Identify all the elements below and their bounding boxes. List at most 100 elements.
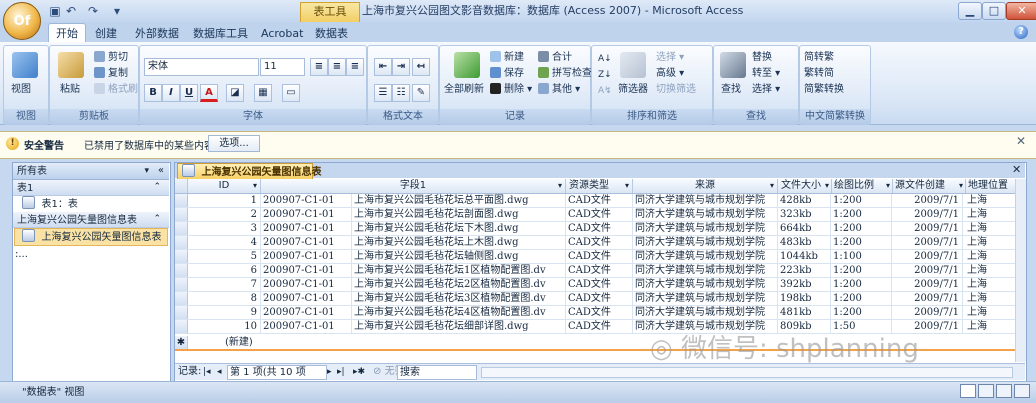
cell-field1-code[interactable]: 200907-C1-01 [261,306,352,319]
row-selector[interactable] [175,208,188,221]
redo-icon[interactable]: ↷ [86,4,100,18]
cell-field1-name[interactable]: 上海市复兴公园毛毡花坛上木图.dwg [352,236,566,249]
cell-location[interactable]: 上海 [965,236,1013,249]
pivot-table-view-icon[interactable] [978,384,994,398]
cell-resource-type[interactable]: CAD文件 [566,292,633,305]
goto-button[interactable]: 转至 ▾ [752,66,780,81]
column-header-id[interactable]: ID ▾ [188,179,261,193]
sort-descending-icon[interactable]: Z↓ [598,68,612,83]
cell-scale[interactable]: 1:200 [831,236,892,249]
format-painter-button[interactable]: 格式刷 [94,82,138,97]
table-row[interactable]: 3 200907-C1-01 上海市复兴公园毛毡花坛下木图.dwg CAD文件 同济大学… [175,222,1015,236]
numbering-icon[interactable]: ☷ [392,84,410,102]
new-record-nav-icon[interactable]: ▸✱ [353,364,365,380]
cell-resource-type[interactable]: CAD文件 [566,194,633,207]
cell-scale[interactable]: 1:200 [831,278,892,291]
cell-created[interactable]: 2009/7/1 [892,236,963,249]
cell-field1-name[interactable]: 上海市复兴公园毛毡花坛1区植物配置图.dv [352,264,566,277]
cell-source[interactable]: 同济大学建筑与城市规划学院 [633,236,778,249]
cell-field1-code[interactable]: 200907-C1-01 [261,320,352,333]
cell-location[interactable]: 上海 [965,292,1013,305]
save-icon[interactable]: ▣ [48,4,62,18]
cell-field1-name[interactable]: 上海市复兴公园毛毡花坛4区植物配置图.dv [352,306,566,319]
cell-file-size[interactable]: 223kb [778,264,831,277]
nav-dropdown-icon[interactable]: ▾ [144,163,149,179]
tab-home[interactable]: 开始 [48,23,86,43]
cell-id[interactable]: 6 [188,264,261,277]
increase-indent-icon[interactable]: ⇥ [392,58,410,76]
to-simplified-button[interactable]: 繁转简 [804,66,834,81]
cell-field1-code[interactable]: 200907-C1-01 [261,264,352,277]
cell-location[interactable]: 上海 [965,208,1013,221]
cell-created[interactable]: 2009/7/1 [892,222,963,235]
cell-id[interactable]: 1 [188,194,261,207]
pivot-chart-view-icon[interactable] [996,384,1012,398]
cell-file-size[interactable]: 483kb [778,236,831,249]
cell-id[interactable]: 10 [188,320,261,333]
cell-resource-type[interactable]: CAD文件 [566,320,633,333]
cell-field1-code[interactable]: 200907-C1-01 [261,208,352,221]
align-right-icon[interactable]: ≡ [346,58,364,76]
row-selector[interactable] [175,278,188,291]
cell-scale[interactable]: 1:200 [831,222,892,235]
vertical-scrollbar[interactable] [1015,179,1026,362]
nav-item-table1[interactable]: 表1：表 [14,196,168,212]
table-row[interactable]: 9 200907-C1-01 上海市复兴公园毛毡花坛4区植物配置图.dv CAD文件同… [175,306,1015,320]
toggle-filter-button[interactable]: 切换筛选 [656,82,696,97]
cell-source[interactable]: 同济大学建筑与城市规划学院 [633,222,778,235]
design-view-icon[interactable] [1014,384,1030,398]
tab-external-data[interactable]: 外部数据 [128,26,186,42]
advanced-filter-button[interactable]: 高级 ▾ [656,66,684,81]
undo-icon[interactable]: ↶ [64,4,78,18]
clear-sort-icon[interactable]: A↯ [598,84,612,99]
close-button[interactable]: ✕ [1006,2,1036,20]
cell-file-size[interactable]: 428kb [778,194,831,207]
cell-location[interactable]: 上海 [965,250,1013,263]
cell-field1-code[interactable]: 200907-C1-01 [261,222,352,235]
cell-source[interactable]: 同济大学建筑与城市规划学院 [633,250,778,263]
table-row[interactable]: 6 200907-C1-01 上海市复兴公园毛毡花坛1区植物配置图.dv CAD文件同… [175,264,1015,278]
text-direction-icon[interactable]: ↤ [412,58,430,76]
find-label[interactable]: 查找 [721,82,741,97]
highlight-icon[interactable]: ✎ [412,84,430,102]
minimize-button[interactable]: ▁ [958,2,982,20]
column-header-location[interactable]: 地理位置 [965,179,1018,193]
table-row[interactable]: 10 200907-C1-01 上海市复兴公园毛毡花坛细部详图.dwg CAD文件 同济… [175,320,1015,334]
convert-button[interactable]: 简繁转换 [804,82,844,97]
column-header-resource-type[interactable]: 资源类型 ▾ [566,179,633,193]
cell-file-size[interactable]: 323kb [778,208,831,221]
chevron-up-icon[interactable]: ⌃ [153,212,161,227]
help-icon[interactable]: ? [1014,25,1028,39]
cell-file-size[interactable]: 809kb [778,320,831,333]
cell-source[interactable]: 同济大学建筑与城市规划学院 [633,264,778,277]
cell-field1-name[interactable]: 上海市复兴公园毛毡花坛轴侧图.dwg [352,250,566,263]
cell-scale[interactable]: 1:50 [831,320,892,333]
options-button[interactable]: 选项... [208,135,260,152]
selection-button[interactable]: 选择 ▾ [656,50,684,65]
delete-record-button[interactable]: 删除 ▾ [490,82,532,97]
last-record-icon[interactable]: ▸| [337,364,345,380]
cell-location[interactable]: 上海 [965,222,1013,235]
refresh-all-icon[interactable] [454,52,480,78]
current-record-field[interactable]: 第 1 项(共 10 项 [227,365,327,380]
row-selector[interactable] [175,306,188,319]
align-center-icon[interactable]: ≡ [328,58,346,76]
cell-id[interactable]: 3 [188,222,261,235]
alternate-fill-icon[interactable]: ▭ [282,84,300,102]
gridlines-icon[interactable]: ▦ [254,84,272,102]
cell-field1-code[interactable]: 200907-C1-01 [261,292,352,305]
column-header-field1[interactable]: 字段1 ▾ [261,179,566,193]
chevron-up-icon[interactable]: ⌃ [153,180,161,195]
row-selector[interactable] [175,250,188,263]
cell-id[interactable]: 5 [188,250,261,263]
select-button[interactable]: 选择 ▾ [752,82,780,97]
table-row[interactable]: 2 200907-C1-01 上海市复兴公园毛毡花坛剖面图.dwg CAD文件 同济大学… [175,208,1015,222]
nav-group-table1[interactable]: 表1 ⌃ [13,180,169,196]
cell-id[interactable]: 7 [188,278,261,291]
cell-resource-type[interactable]: CAD文件 [566,306,633,319]
column-header-file-size[interactable]: 文件大小 ▾ [778,179,832,193]
totals-button[interactable]: 合计 [538,50,572,65]
quick-access-dropdown-icon[interactable]: ▾ [110,4,124,18]
select-all-cell[interactable] [175,179,188,193]
cell-source[interactable]: 同济大学建筑与城市规划学院 [633,278,778,291]
